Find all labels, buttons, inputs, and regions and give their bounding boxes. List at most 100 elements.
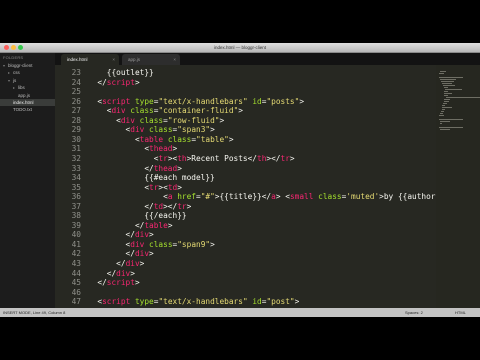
tab-label: index.html <box>67 57 88 62</box>
minimap-line <box>440 79 456 80</box>
sidebar-item[interactable]: ▾ js <box>0 77 55 84</box>
minimap-line <box>444 87 448 88</box>
code-line[interactable]: <a href="#">{{title}}</a> <small class='… <box>88 192 436 201</box>
line-number: 27 <box>71 106 81 116</box>
minimap-line <box>442 109 446 110</box>
line-number: 29 <box>71 125 81 135</box>
status-bar: INSERT MODE, Line 49, Column 8 Spaces: 2… <box>0 308 480 317</box>
close-tab-icon[interactable]: × <box>112 54 115 65</box>
code-line[interactable]: </div> <box>88 269 135 278</box>
minimap-line <box>442 83 453 84</box>
line-number: 23 <box>71 68 81 77</box>
minimap-line <box>444 95 449 96</box>
sidebar-item-label: app.js <box>18 92 31 98</box>
line-number: 26 <box>71 96 81 106</box>
minimap-line <box>446 97 480 98</box>
minimap-line <box>442 107 453 108</box>
minimap-line <box>440 123 443 124</box>
code-line[interactable]: {{#each model}} <box>88 173 214 182</box>
line-number-gutter: 23 24 25 26 27 28 29 30 31 32 33 34 35 36 37 38 39 40 41 42… <box>55 65 84 317</box>
line-number: 36 <box>71 192 81 202</box>
code-line[interactable]: </div> <box>88 230 154 239</box>
minimap-line <box>439 77 464 78</box>
minimap-line <box>441 111 445 112</box>
code-line[interactable]: </table> <box>88 221 173 230</box>
line-number: 47 <box>71 297 81 307</box>
line-number: 42 <box>71 249 81 259</box>
code-line[interactable]: <table class="table"> <box>88 135 234 144</box>
code-line[interactable]: </thead> <box>88 164 182 173</box>
line-number: 38 <box>71 211 81 221</box>
code-line[interactable]: <div class="span9"> <box>88 240 215 249</box>
sidebar-item[interactable]: ▸ css <box>0 69 55 76</box>
line-number: 40 <box>71 230 81 240</box>
line-number: 41 <box>71 239 81 249</box>
minimap-line <box>440 113 444 114</box>
window-title: index.html — bloggr-client <box>213 45 267 50</box>
line-number: 28 <box>71 115 81 125</box>
status-syntax[interactable]: HTML <box>455 308 466 317</box>
minimap-line <box>445 89 462 90</box>
minimap-line <box>444 93 453 94</box>
minimap-line <box>439 127 464 128</box>
line-number: 25 <box>71 87 81 97</box>
minimap-line <box>440 71 446 72</box>
sidebar-item-label: bloggr-client <box>8 63 33 68</box>
tab-label: app.js <box>128 57 141 62</box>
code-line[interactable]: </div> <box>88 249 154 258</box>
line-number: 33 <box>71 163 81 173</box>
line-number: 39 <box>71 220 81 230</box>
minimap-line <box>439 119 463 120</box>
sidebar-item-label: js <box>13 77 17 83</box>
sidebar-item[interactable]: ▾ bloggr-client <box>0 62 55 69</box>
minimap-line <box>439 73 444 74</box>
line-number: 24 <box>71 77 81 87</box>
code-line[interactable]: <thead> <box>88 144 177 153</box>
tab-index-html[interactable]: index.html × <box>61 54 119 65</box>
minimap-line <box>440 121 450 122</box>
sidebar: FOLDERS ▾ bloggr-client ▸ css ▾ js ▸ libs app.js… <box>0 53 55 308</box>
code-line[interactable]: </td></tr> <box>88 202 191 211</box>
code-line[interactable]: <div class="span3"> <box>88 125 215 134</box>
minimap-line <box>439 115 444 116</box>
minimap[interactable] <box>436 65 480 308</box>
sidebar-item-label: css <box>13 70 20 76</box>
code-line[interactable]: <tr><th>Recent Posts</th></tr> <box>88 154 295 163</box>
code-line[interactable]: <div class="row-fluid"> <box>88 116 224 125</box>
code-line[interactable]: </div> <box>88 259 144 268</box>
code-line[interactable]: {{outlet}} <box>88 68 154 77</box>
sidebar-item-label: libs <box>18 85 25 91</box>
folder-tree: ▾ bloggr-client ▸ css ▾ js ▸ libs app.js index.ht… <box>0 62 55 114</box>
status-indentation[interactable]: Spaces: 2 <box>405 308 423 317</box>
code-line[interactable]: <tr><td> <box>88 183 182 192</box>
title-bar: index.html — bloggr-client <box>0 43 480 53</box>
sidebar-item[interactable]: app.js <box>0 92 55 99</box>
sidebar-item-label: index.html <box>13 99 34 105</box>
line-number: 37 <box>71 201 81 211</box>
minimap-line <box>444 91 449 92</box>
code-editor[interactable]: {{outlet}} </script> <script type="text/… <box>84 65 436 308</box>
sidebar-item-label: TODO.txt <box>13 107 32 113</box>
code-line[interactable]: {{/each}} <box>88 211 186 220</box>
line-number: 35 <box>71 182 81 192</box>
code-line[interactable]: <script type="text/x-handlebars" id="pos… <box>88 97 304 106</box>
code-line[interactable]: <div class="container-fluid"> <box>88 106 243 115</box>
sidebar-item[interactable]: TODO.txt <box>0 106 55 113</box>
tab-app-js[interactable]: app.js × <box>122 54 180 65</box>
minimap-line <box>441 81 454 82</box>
sidebar-item[interactable]: ▸ libs <box>0 84 55 91</box>
code-line[interactable]: </script> <box>88 278 139 287</box>
code-line[interactable]: <script type="text/x-handlebars" id="pos… <box>88 297 299 306</box>
line-number: 32 <box>71 153 81 163</box>
editor-window: index.html — bloggr-client FOLDERS ▾ blog… <box>0 43 480 317</box>
status-mode: INSERT MODE, Line 49, Column 8 <box>3 310 66 315</box>
code-line[interactable]: </script> <box>88 78 139 87</box>
line-number: 31 <box>71 144 81 154</box>
sidebar-header: FOLDERS <box>3 55 24 60</box>
line-number: 44 <box>71 268 81 278</box>
line-number: 46 <box>71 287 81 297</box>
close-tab-icon[interactable]: × <box>173 54 176 65</box>
sidebar-item[interactable]: index.html <box>0 98 55 107</box>
minimap-line <box>444 101 449 102</box>
minimap-line <box>443 103 448 104</box>
